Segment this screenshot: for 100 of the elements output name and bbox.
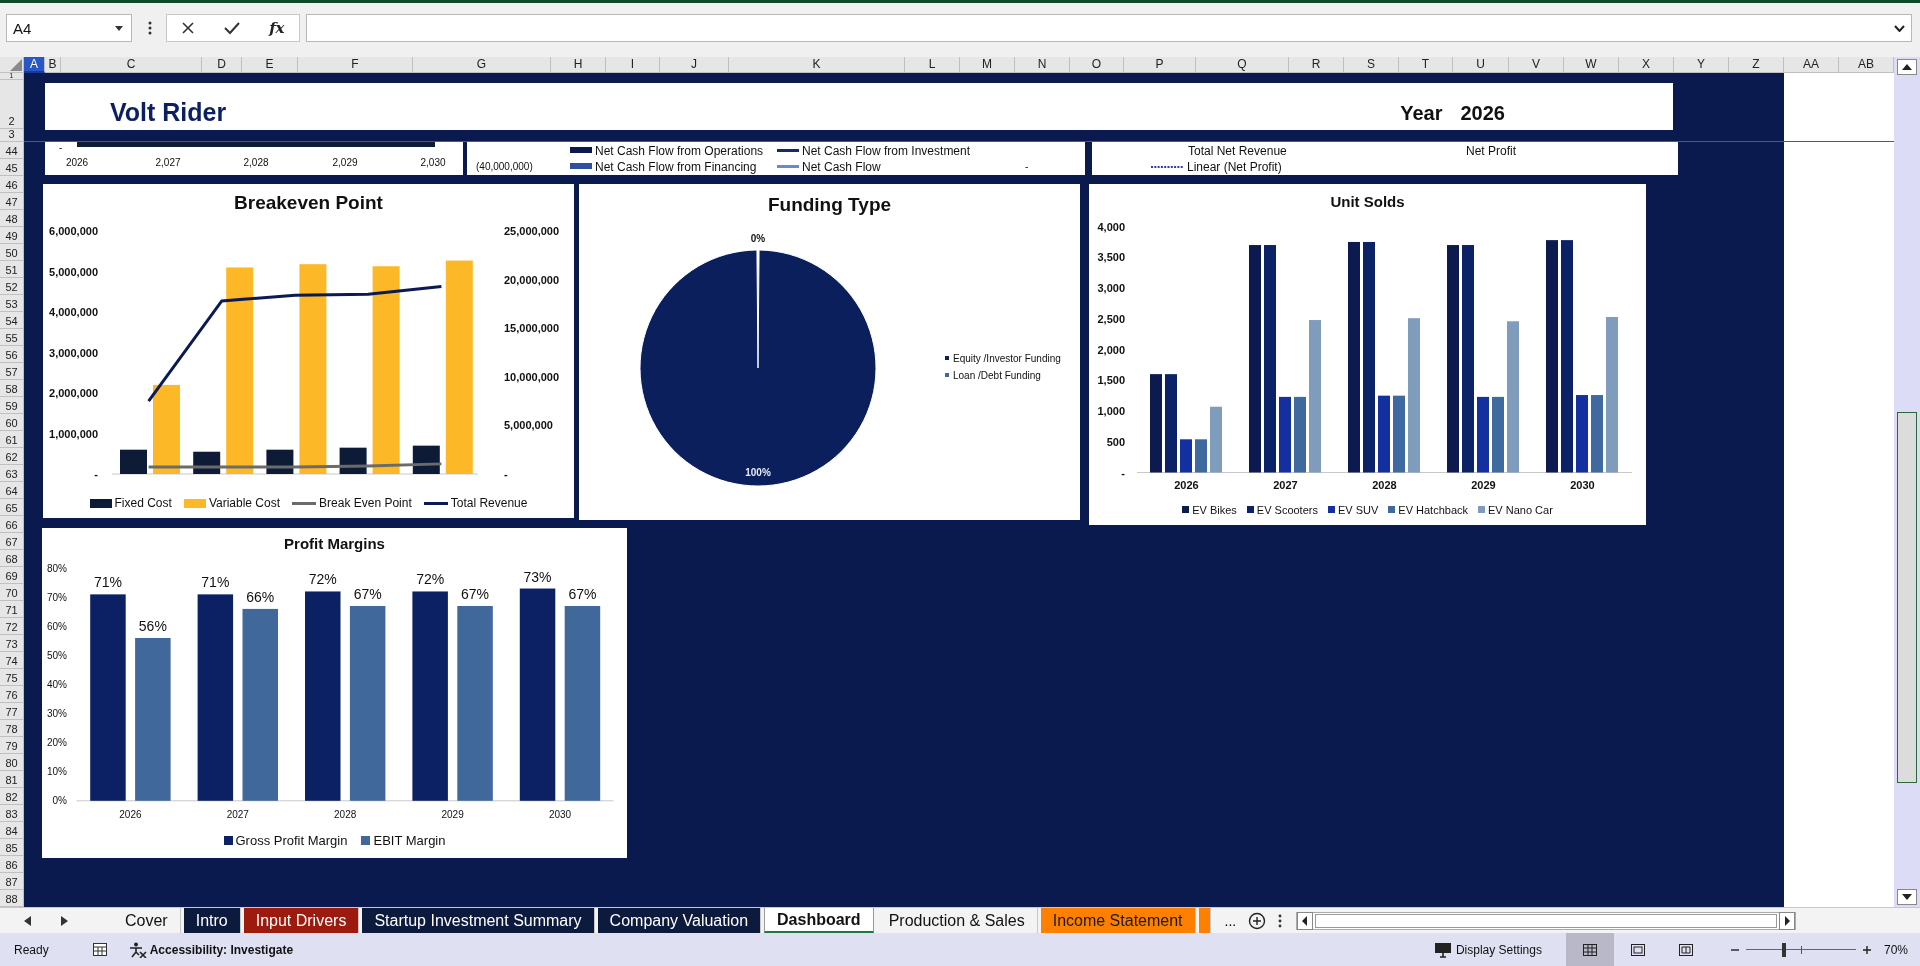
scrollbar-thumb[interactable] [1897, 412, 1917, 783]
sheet-tab[interactable]: Startup Investment Summary [362, 908, 595, 933]
add-sheet-icon[interactable] [1248, 911, 1267, 930]
legend-label: EV Scooters [1256, 503, 1318, 516]
sheet-tab[interactable]: Intro [183, 908, 241, 933]
legend-label: EV Bikes [1192, 503, 1237, 516]
more-tabs-button[interactable]: ... [1224, 912, 1237, 929]
sheet-tab[interactable]: Input Drivers [243, 908, 360, 933]
zoom-level-button[interactable]: 70% [1883, 942, 1908, 957]
sheet-tab[interactable]: Income Statement [1040, 908, 1196, 933]
grid-icon[interactable] [1582, 943, 1597, 956]
axis-tick-label: 2030 [548, 809, 572, 820]
sheet-tab[interactable]: Dashboard [764, 908, 874, 933]
axis-tick-label: 30% [47, 708, 67, 720]
axis-tick-label: - [1025, 161, 1029, 172]
data-label: 66% [246, 588, 275, 605]
legend-label: Equity /Investor Funding [953, 353, 1061, 364]
data-label: 56% [138, 618, 167, 634]
sheet-tab[interactable]: Company Valuation [597, 908, 762, 933]
left-arrow-icon[interactable] [24, 915, 32, 926]
year-value: 2026 [1460, 102, 1505, 125]
data-label: 100% [745, 466, 771, 478]
vertical-dots-icon[interactable] [148, 21, 152, 35]
check-icon[interactable] [224, 21, 241, 35]
axis-tick-label: 2027 [1273, 479, 1298, 491]
axis-tick-label: 2,029 [332, 157, 358, 168]
zoom-in-icon[interactable] [1861, 944, 1872, 955]
horizontal-scrollbar[interactable] [1296, 911, 1797, 930]
column-header[interactable]: A [24, 57, 45, 73]
legend-label: EV SUV [1337, 503, 1379, 516]
legend-label: Variable Cost [208, 496, 281, 510]
axis-tick-label: 2,028 [243, 157, 269, 168]
axis-tick-label: 2027 [226, 809, 249, 820]
axis-tick-label: 2030 [1570, 479, 1595, 491]
formula-input[interactable] [306, 14, 1912, 42]
legend-label: Net Profit [1466, 144, 1516, 158]
chart-title: Unit Solds [1329, 192, 1406, 212]
cancel-icon[interactable] [181, 21, 196, 35]
axis-tick-label: 4,000 [1097, 220, 1125, 233]
data-label: 67% [461, 586, 490, 602]
chart-bar [1195, 439, 1207, 473]
legend-label: EV Nano Car [1488, 503, 1553, 516]
axis-tick-label: - [1121, 466, 1125, 479]
axis-tick-label: 2029 [441, 809, 464, 820]
data-label: 0% [750, 233, 766, 244]
axis-tick-label: 25,000,000 [504, 225, 560, 237]
year-label: Year [1400, 102, 1443, 125]
axis-tick-label: 40% [47, 679, 67, 690]
caret-icon[interactable] [115, 25, 123, 31]
display-settings-button[interactable]: Display Settings [1455, 942, 1542, 957]
chart-bar [266, 449, 294, 474]
axis-tick-label: 2,030 [420, 157, 446, 168]
axis-tick-label: 60% [47, 620, 67, 632]
table-icon[interactable] [92, 943, 107, 956]
chart-bar [1210, 406, 1222, 473]
data-label: 67% [353, 586, 382, 602]
axis-tick-label: - [504, 468, 508, 480]
axis-tick-label: 3,000,000 [49, 346, 98, 359]
page-break-icon[interactable] [1678, 943, 1693, 956]
axis-tick-label: 10% [47, 766, 67, 778]
legend-label: Linear (Net Profit) [1187, 160, 1282, 174]
accessibility-icon[interactable] [128, 941, 147, 958]
axis-tick-label: 20% [47, 737, 67, 749]
legend-label: Gross Profit Margin [235, 832, 348, 848]
chart-bar [120, 449, 147, 474]
axis-tick-label: 5,000,000 [49, 265, 98, 278]
caret-icon[interactable] [1894, 24, 1905, 32]
legend-label: Fixed Cost [114, 496, 172, 510]
legend-label: Net Cash Flow [802, 160, 881, 174]
axis-tick-label: 5,000,000 [504, 419, 553, 432]
data-label: 73% [523, 568, 552, 585]
vertical-dots-icon[interactable] [1278, 913, 1283, 928]
chart-title: Breakeven Point [233, 191, 384, 215]
name-box[interactable]: A4 [6, 14, 132, 42]
insert-function-button[interactable]: fx [269, 19, 285, 37]
monitor-icon[interactable] [1433, 941, 1452, 958]
axis-tick-label: 2028 [334, 809, 357, 820]
data-label: 67% [568, 586, 597, 602]
vertical-scrollbar[interactable] [1894, 57, 1920, 907]
axis-tick-label: - [94, 468, 98, 480]
accessibility-status[interactable]: Accessibility: Investigate [149, 942, 294, 957]
axis-tick-label: 80% [47, 562, 67, 574]
axis-tick-label: 20,000,000 [504, 273, 560, 286]
legend-label: EV Hatchback [1398, 503, 1468, 516]
chart-title: Funding Type [766, 193, 893, 217]
data-label: 72% [416, 571, 445, 588]
chart-title: Profit Margins [283, 534, 386, 554]
right-arrow-icon[interactable] [60, 915, 68, 926]
normal-view-button[interactable] [1565, 933, 1614, 966]
scrollbar-thumb[interactable] [1315, 913, 1778, 928]
axis-tick-label: 70% [47, 591, 67, 603]
legend-label: Net Cash Flow from Financing [595, 160, 757, 174]
axis-tick-label: 1,500 [1097, 374, 1125, 387]
data-label: 72% [308, 571, 337, 588]
slider-thumb[interactable] [1782, 942, 1787, 957]
legend-label: Net Cash Flow from Investment [802, 144, 971, 158]
legend-label: EBIT Margin [373, 832, 446, 848]
axis-tick-label: 50% [47, 649, 67, 661]
page-icon[interactable] [1630, 943, 1645, 956]
axis-tick-label: 2029 [1471, 479, 1496, 491]
